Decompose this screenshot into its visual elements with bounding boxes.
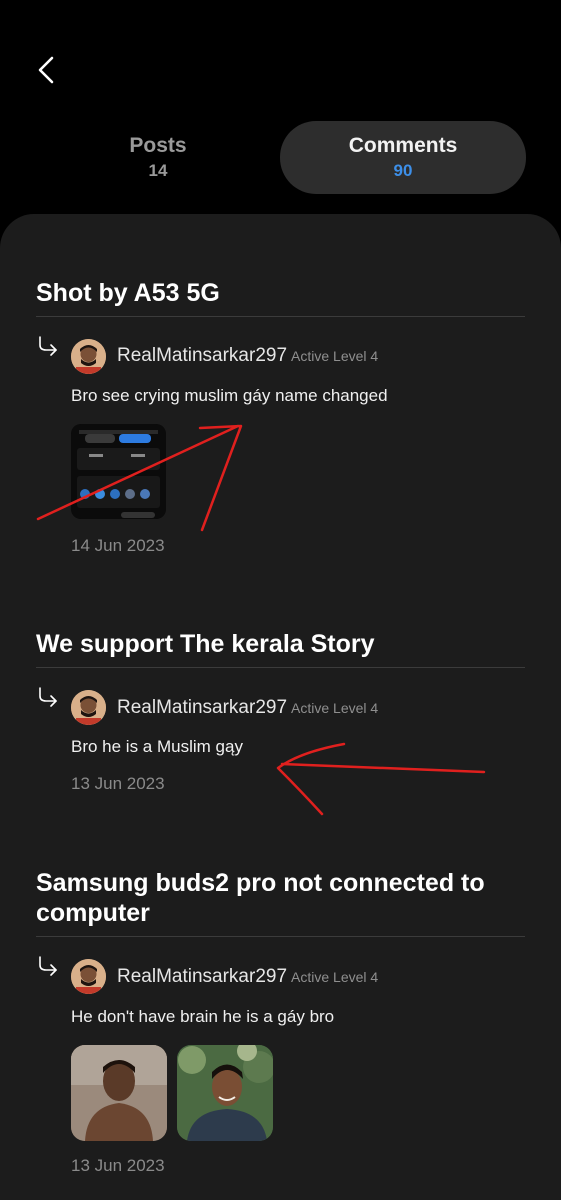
avatar[interactable] (71, 690, 106, 725)
comment-date: 13 Jun 2023 (71, 1156, 165, 1175)
username[interactable]: RealMatinsarkar297 Active Level 4 (117, 965, 378, 989)
attached-photo-thumbnail[interactable] (71, 1045, 167, 1141)
user-level: Active Level 4 (291, 969, 379, 985)
back-button[interactable] (30, 52, 62, 88)
username-text: RealMatinsarkar297 (117, 697, 288, 718)
avatar[interactable] (71, 339, 106, 374)
username[interactable]: RealMatinsarkar297 Active Level 4 (117, 344, 378, 368)
divider (36, 667, 525, 668)
username[interactable]: RealMatinsarkar297 Active Level 4 (117, 696, 378, 720)
tab-posts-label: Posts (129, 134, 187, 157)
comment-text: Bro he is a Muslim gąy (71, 737, 243, 756)
chevron-left-icon (38, 56, 54, 84)
post-title[interactable]: Samsung buds2 pro not connected to compu… (36, 868, 516, 928)
screen: Posts 14 Comments 90 Shot by A53 5G Real… (0, 0, 561, 1200)
tab-posts-count: 14 (148, 161, 168, 180)
tab-bar: Posts 14 Comments 90 (36, 121, 526, 194)
comment-date: 13 Jun 2023 (71, 774, 165, 793)
reply-arrow-icon (39, 956, 57, 976)
avatar[interactable] (71, 959, 106, 994)
username-text: RealMatinsarkar297 (117, 966, 288, 987)
username-text: RealMatinsarkar297 (117, 345, 288, 366)
comment-text: He don't have brain he is a gáy bro (71, 1007, 335, 1026)
attached-screenshot-thumbnail[interactable] (71, 424, 166, 519)
reply-arrow-icon (39, 336, 57, 356)
tab-comments-label: Comments (348, 134, 458, 157)
divider (36, 316, 525, 317)
tab-posts[interactable]: Posts 14 (36, 121, 280, 194)
comment-date: 14 Jun 2023 (71, 536, 165, 555)
attached-photo-thumbnail[interactable] (177, 1045, 273, 1141)
user-level: Active Level 4 (291, 700, 379, 716)
post-title[interactable]: Shot by A53 5G (36, 278, 516, 308)
user-level: Active Level 4 (291, 348, 379, 364)
reply-arrow-icon (39, 687, 57, 707)
tab-comments[interactable]: Comments 90 (280, 121, 526, 194)
comment-text: Bro see crying muslim gáy name changed (71, 386, 388, 405)
post-title[interactable]: We support The kerala Story (36, 629, 516, 659)
tab-comments-count: 90 (393, 161, 413, 180)
divider (36, 936, 525, 937)
